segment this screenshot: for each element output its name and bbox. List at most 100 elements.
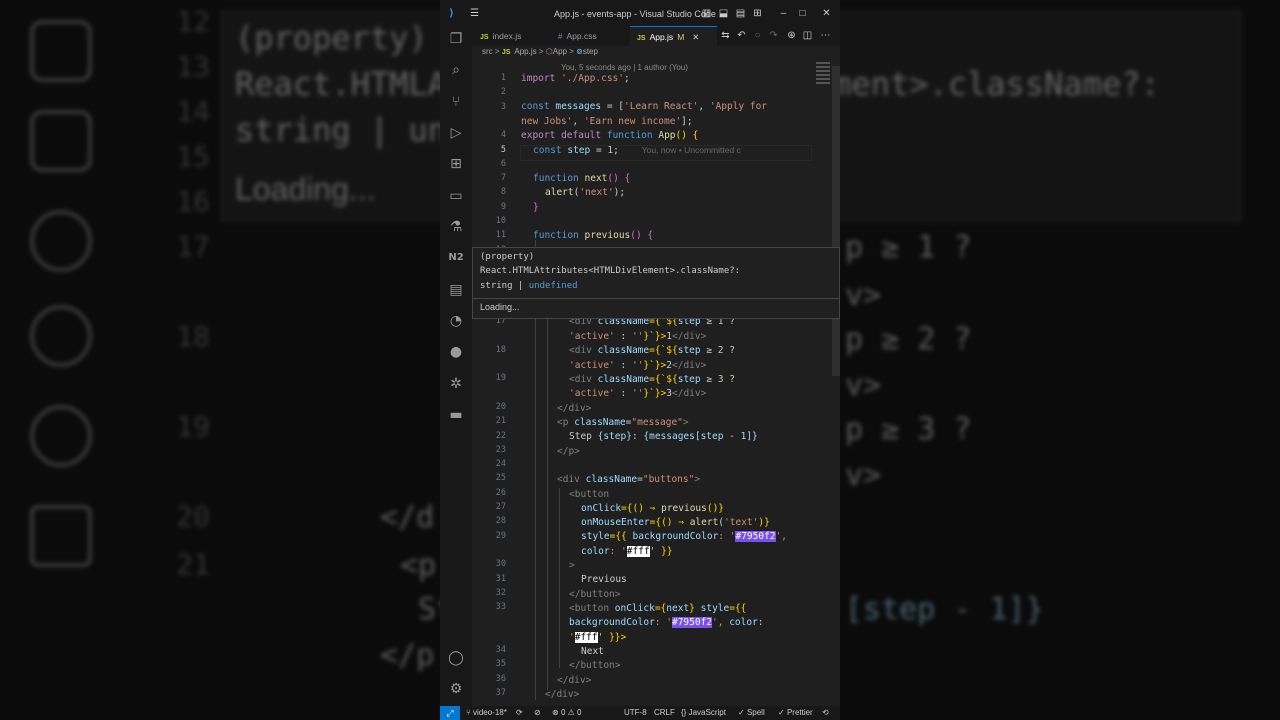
- code-line: </button>: [569, 589, 621, 600]
- problems-indicator[interactable]: ⊗ 0 ⚠ 0: [552, 708, 581, 717]
- remote-explorer-icon[interactable]: ▭: [447, 187, 465, 205]
- blame-header[interactable]: You, 5 seconds ago | 1 author (You): [561, 63, 688, 72]
- explorer-icon[interactable]: ❐: [447, 30, 465, 48]
- hover-tooltip: (property) React.HTMLAttributes<HTMLDivE…: [472, 247, 840, 319]
- breadcrumb-symbol[interactable]: step: [583, 47, 598, 56]
- code-line: <div className={`${step ≥ 2 ?: [569, 345, 735, 356]
- clipboard-icon[interactable]: ▤: [447, 281, 465, 299]
- code-line: const messages = ['Learn React', 'Apply …: [521, 101, 768, 112]
- tab-app-css[interactable]: # App.css: [552, 26, 630, 46]
- color-swatch-purple: #7950f2: [735, 531, 776, 542]
- code-line: Step {step}: {messages[step - 1]}: [569, 431, 758, 442]
- layout-secondary-icon[interactable]: ▤: [735, 8, 746, 19]
- layout-sidebar-icon[interactable]: ▥: [701, 8, 712, 19]
- go-back-icon[interactable]: ↶: [736, 30, 747, 41]
- line-number: 22: [495, 430, 506, 441]
- line-number: 28: [495, 516, 506, 527]
- language-mode[interactable]: {} JavaScript: [681, 708, 726, 717]
- vertical-scrollbar[interactable]: [832, 66, 840, 376]
- account-icon[interactable]: ◯: [447, 649, 465, 667]
- line-number: 8: [500, 187, 506, 198]
- more-actions-icon[interactable]: ⋯: [820, 30, 831, 41]
- code-line: style={{ backgroundColor: '#7950f2',: [581, 531, 787, 542]
- open-changes-icon[interactable]: ⊛: [786, 30, 797, 41]
- code-line: </div>: [557, 403, 592, 414]
- line-number: 37: [495, 687, 506, 698]
- title-bar: ⟩ ☰ App.js - events-app - Visual Studio …: [440, 0, 840, 28]
- docker-icon[interactable]: ▬: [447, 406, 465, 424]
- line-number: 5: [500, 144, 506, 155]
- kubernetes-icon[interactable]: ✲: [447, 375, 465, 393]
- bg-line-number: 12: [176, 5, 210, 38]
- hover-line: (property): [480, 252, 535, 262]
- code-line: 'active' : ''}`}>2</div>: [569, 360, 707, 371]
- settings-gear-icon[interactable]: ⚙: [447, 680, 465, 698]
- layout-panel-icon[interactable]: ⬓: [718, 8, 729, 19]
- code-editor[interactable]: You, 5 seconds ago | 1 author (You) 1234…: [472, 60, 840, 706]
- github-icon[interactable]: ●: [447, 343, 465, 361]
- compare-icon[interactable]: ⇆: [720, 30, 731, 41]
- close-icon[interactable]: ✕: [821, 8, 832, 19]
- spell-check[interactable]: ✓ Spell: [738, 708, 765, 717]
- color-swatch-white: #fff: [626, 546, 650, 557]
- js-file-icon: JS: [480, 34, 489, 41]
- code-line: </p>: [557, 446, 580, 457]
- search-icon[interactable]: ⌕: [447, 61, 465, 79]
- git-graph-icon[interactable]: ⊘: [534, 708, 541, 717]
- code-line: color: '#fff' }}: [581, 546, 673, 557]
- line-number: 24: [495, 459, 506, 470]
- go-forward-icon[interactable]: ↷: [768, 30, 779, 41]
- minimize-icon[interactable]: –: [778, 8, 789, 19]
- bg-hover-line: (property): [235, 19, 428, 57]
- line-number: 35: [495, 659, 506, 670]
- tab-index-js[interactable]: JS index.js: [472, 26, 552, 46]
- git-branch[interactable]: ⑂ video-18*: [466, 708, 507, 717]
- code-line: 'active' : ''}`}>3</div>: [569, 388, 707, 399]
- maximize-icon[interactable]: □: [797, 8, 808, 19]
- code-line: <p className="message">: [557, 417, 689, 428]
- code-line: function previous() {: [533, 230, 654, 241]
- code-line: <button: [569, 489, 610, 500]
- split-editor-icon[interactable]: ◫: [802, 30, 813, 41]
- encoding[interactable]: UTF-8: [624, 708, 647, 717]
- line-endings[interactable]: CRLF: [654, 708, 675, 717]
- code-line: </div>: [545, 689, 580, 700]
- docker-icon: [30, 505, 92, 567]
- nx-icon[interactable]: N2: [447, 249, 465, 267]
- tab-label: index.js: [492, 31, 522, 41]
- notifications-icon[interactable]: ⟲: [822, 708, 829, 717]
- minimap[interactable]: [816, 60, 830, 90]
- bg-line-number: 19: [176, 410, 210, 443]
- bg-code: v>: [845, 278, 882, 313]
- extensions-icon[interactable]: ⊞: [447, 155, 465, 173]
- line-number: 10: [495, 216, 506, 226]
- gitlens-icon[interactable]: ◔: [447, 312, 465, 330]
- code-line: </button>: [569, 660, 621, 671]
- tab-app-js[interactable]: JS App.js M ✕: [630, 26, 717, 47]
- source-control-icon[interactable]: ⑂: [447, 93, 465, 111]
- line-number: 9: [500, 201, 506, 212]
- remote-indicator-icon[interactable]: ⤢: [440, 706, 460, 720]
- circle-icon[interactable]: ○: [752, 30, 763, 41]
- hover-loading: Loading...: [480, 302, 520, 312]
- sync-icon[interactable]: ⟳: [516, 708, 523, 717]
- window-title: App.js - events-app - Visual Studio Code: [554, 9, 716, 19]
- layout-custom-icon[interactable]: ⊞: [752, 8, 763, 19]
- run-debug-icon[interactable]: ▷: [447, 124, 465, 142]
- breadcrumb-component[interactable]: App: [553, 47, 567, 56]
- line-number: 26: [495, 487, 506, 498]
- bg-code: <p: [400, 548, 437, 583]
- inline-blame: You, now • Uncommitted c: [641, 145, 741, 155]
- breadcrumb-folder[interactable]: src: [482, 47, 493, 56]
- breadcrumb-file[interactable]: App.js: [514, 47, 536, 56]
- close-tab-icon[interactable]: ✕: [692, 32, 699, 42]
- prettier-status[interactable]: ✓ Prettier: [778, 708, 813, 717]
- testing-icon[interactable]: ⚗: [447, 218, 465, 236]
- code-line: import './App.css';: [521, 73, 630, 84]
- code-line: <div className="buttons">: [557, 474, 701, 485]
- menu-icon[interactable]: ☰: [469, 8, 480, 19]
- breadcrumb: src > JS App.js > ⬡App > ⊚step: [472, 47, 598, 61]
- line-number: 11: [495, 230, 506, 241]
- line-number: 19: [495, 373, 506, 384]
- line-number: 3: [500, 101, 506, 112]
